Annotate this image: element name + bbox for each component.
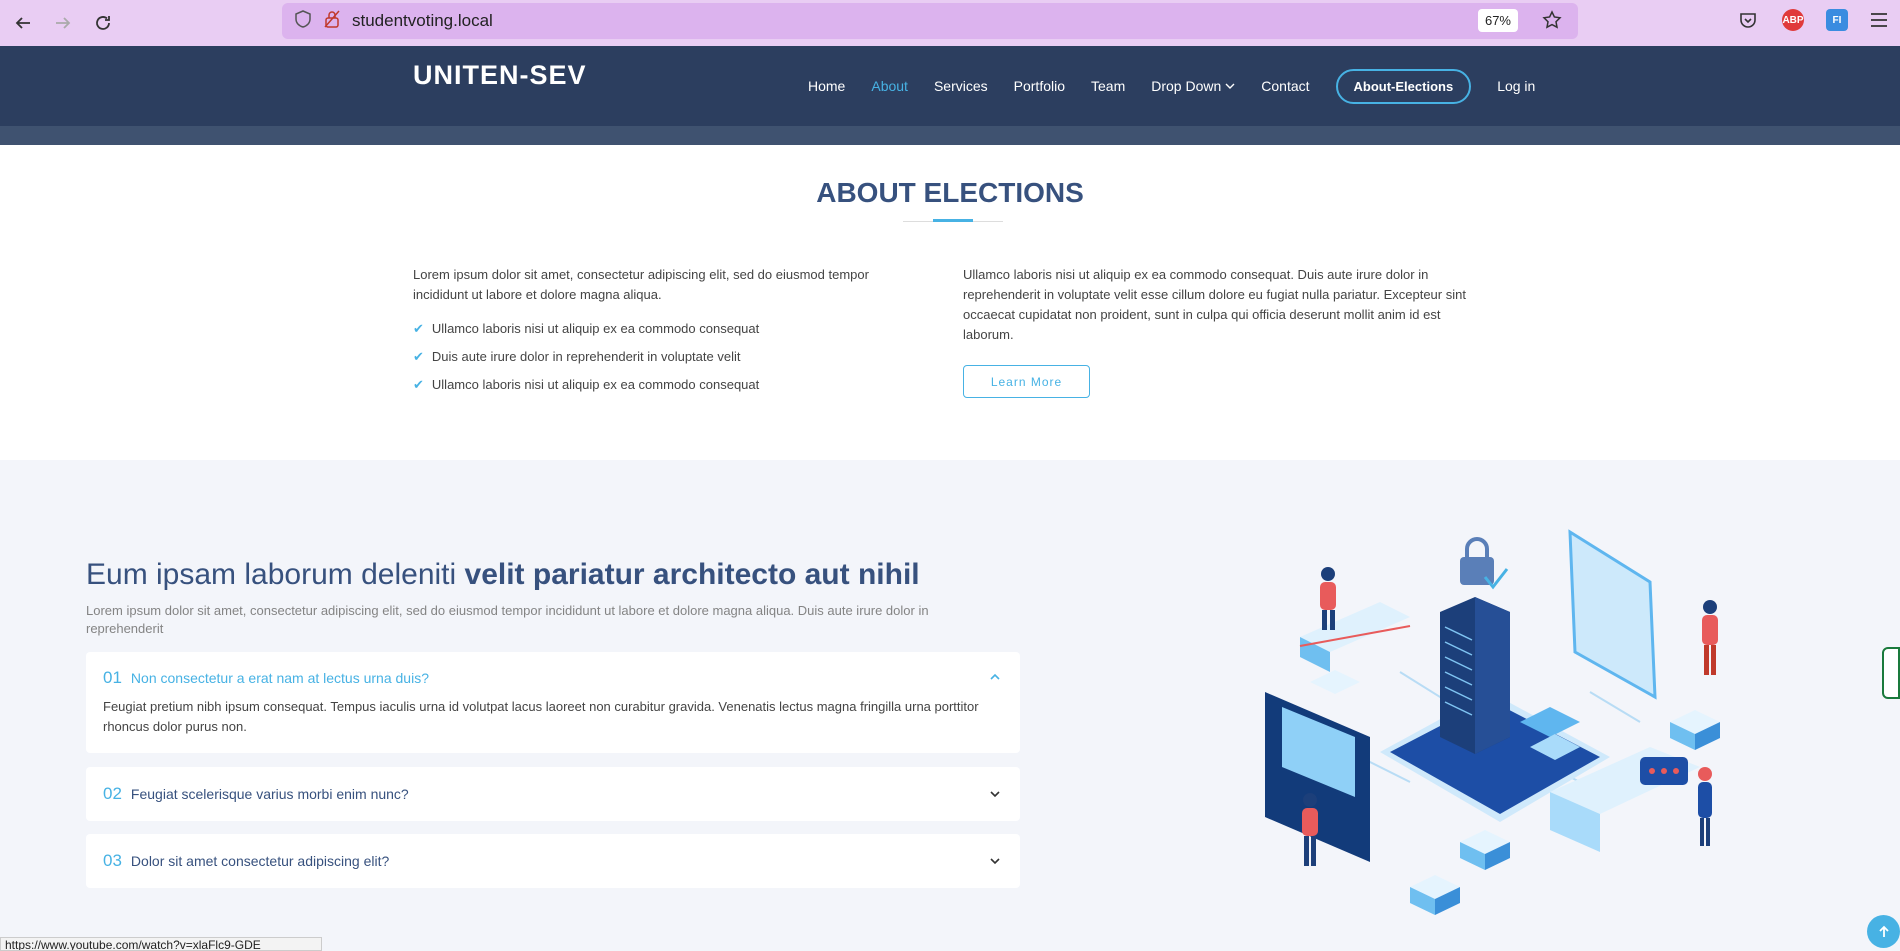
- faq-question-text: Feugiat scelerisque varius morbi enim nu…: [130, 786, 409, 802]
- check-icon: ✔: [413, 349, 424, 364]
- faq-question[interactable]: 01 Non consectetur a erat nam at lectus u…: [103, 668, 429, 688]
- faq-number: 03: [103, 851, 122, 870]
- why-title: Eum ipsam laborum deleniti velit pariatu…: [86, 558, 920, 592]
- zoom-level[interactable]: 67%: [1477, 9, 1518, 32]
- main-nav: Home About Services Portfolio Team Drop …: [808, 46, 1561, 126]
- address-bar[interactable]: studentvoting.local 67%: [282, 3, 1578, 39]
- faq-item[interactable]: 03 Dolor sit amet consectetur adipiscing …: [86, 834, 1020, 888]
- adblock-icon[interactable]: ABP: [1782, 9, 1804, 31]
- bullet-text: Duis aute irure dolor in reprehenderit i…: [431, 349, 741, 364]
- nav-team[interactable]: Team: [1091, 78, 1125, 94]
- forward-icon[interactable]: [46, 6, 80, 40]
- nav-contact[interactable]: Contact: [1261, 78, 1309, 94]
- nav-home[interactable]: Home: [808, 78, 845, 94]
- about-bullets: ✔ Ullamco laboris nisi ut aliquip ex ea c…: [413, 319, 923, 395]
- about-right-text: Ullamco laboris nisi ut aliquip ex ea co…: [963, 267, 1466, 342]
- why-intro: Lorem ipsum dolor sit amet, consectetur …: [86, 603, 929, 636]
- faq-item[interactable]: 01 Non consectetur a erat nam at lectus u…: [86, 652, 1020, 753]
- faq-question[interactable]: 03 Dolor sit amet consectetur adipiscing …: [103, 851, 389, 871]
- why-us-section: Eum ipsam laborum deleniti velit pariatu…: [0, 460, 1900, 951]
- link-status-bar: https://www.youtube.com/watch?v=xlaFlc9-…: [0, 937, 322, 951]
- url-text[interactable]: studentvoting.local: [352, 11, 493, 31]
- browser-toolbar: studentvoting.local 67% ABP FI: [0, 0, 1900, 46]
- faq-number: 02: [103, 784, 122, 803]
- list-item: ✔ Ullamco laboris nisi ut aliquip ex ea c…: [413, 319, 923, 339]
- section-title: ABOUT ELECTIONS: [816, 177, 1084, 208]
- bullet-text: Ullamco laboris nisi ut aliquip ex ea co…: [431, 321, 760, 336]
- nav-portfolio[interactable]: Portfolio: [1014, 78, 1065, 94]
- chevron-down-icon[interactable]: [988, 787, 1002, 801]
- arrow-up-icon[interactable]: [1867, 915, 1900, 948]
- nav-about[interactable]: About: [871, 78, 908, 94]
- list-item: ✔ Ullamco laboris nisi ut aliquip ex ea c…: [413, 375, 923, 395]
- side-widget-icon[interactable]: [1882, 647, 1900, 699]
- list-item: ✔ Duis aute irure dolor in reprehenderit …: [413, 347, 923, 367]
- hamburger-menu-icon[interactable]: [1868, 9, 1890, 31]
- bullet-text: Ullamco laboris nisi ut aliquip ex ea co…: [431, 377, 760, 392]
- title-divider: [903, 219, 1003, 222]
- shield-icon[interactable]: [294, 9, 312, 33]
- faq-answer: Feugiat pretium nibh ipsum consequat. Te…: [103, 699, 979, 734]
- site-header: UNITEN-SEV Home About Services Portfolio…: [0, 46, 1900, 145]
- faq-question-text: Non consectetur a erat nam at lectus urn…: [130, 670, 429, 686]
- about-section: ABOUT ELECTIONS Lorem ipsum dolor sit am…: [0, 145, 1900, 460]
- learn-more-button[interactable]: Learn More: [963, 365, 1090, 398]
- reload-icon[interactable]: [86, 6, 120, 40]
- nav-services[interactable]: Services: [934, 78, 988, 94]
- site-logo[interactable]: UNITEN-SEV: [413, 62, 587, 89]
- about-left-text: Lorem ipsum dolor sit amet, consectetur …: [413, 267, 869, 302]
- chevron-up-icon[interactable]: [988, 670, 1002, 684]
- extension-icon[interactable]: FI: [1826, 9, 1848, 31]
- header-strip: [0, 126, 1900, 145]
- about-right-column: Ullamco laboris nisi ut aliquip ex ea co…: [963, 265, 1493, 345]
- check-icon: ✔: [413, 321, 424, 336]
- isometric-city-illustration: [1265, 529, 1720, 915]
- why-title-light: Eum ipsam laborum deleniti: [86, 558, 465, 591]
- faq-item[interactable]: 02 Feugiat scelerisque varius morbi enim …: [86, 767, 1020, 821]
- chevron-down-icon[interactable]: [988, 854, 1002, 868]
- login-link[interactable]: Log in: [1497, 78, 1535, 94]
- why-title-bold: velit pariatur architecto aut nihil: [464, 558, 920, 591]
- star-icon[interactable]: [1542, 10, 1562, 35]
- about-left-column: Lorem ipsum dolor sit amet, consectetur …: [413, 265, 923, 403]
- chevron-down-icon: [1225, 78, 1235, 94]
- about-elections-button[interactable]: About-Elections: [1335, 68, 1472, 104]
- faq-question[interactable]: 02 Feugiat scelerisque varius morbi enim …: [103, 784, 409, 804]
- nav-dropdown-label: Drop Down: [1151, 78, 1222, 94]
- faq-question-text: Dolor sit amet consectetur adipiscing el…: [130, 853, 390, 869]
- pocket-icon[interactable]: [1737, 9, 1759, 31]
- lock-icon[interactable]: [324, 10, 340, 33]
- faq-number: 01: [103, 668, 122, 687]
- nav-dropdown[interactable]: Drop Down: [1151, 78, 1235, 94]
- back-icon[interactable]: [6, 6, 40, 40]
- check-icon: ✔: [413, 377, 424, 392]
